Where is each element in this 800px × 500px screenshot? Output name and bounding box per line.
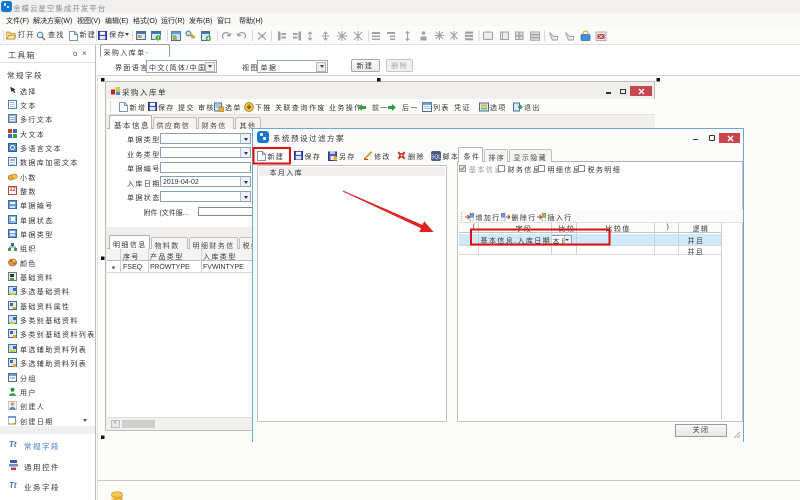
svg-text:SQL: SQL [431, 154, 441, 160]
